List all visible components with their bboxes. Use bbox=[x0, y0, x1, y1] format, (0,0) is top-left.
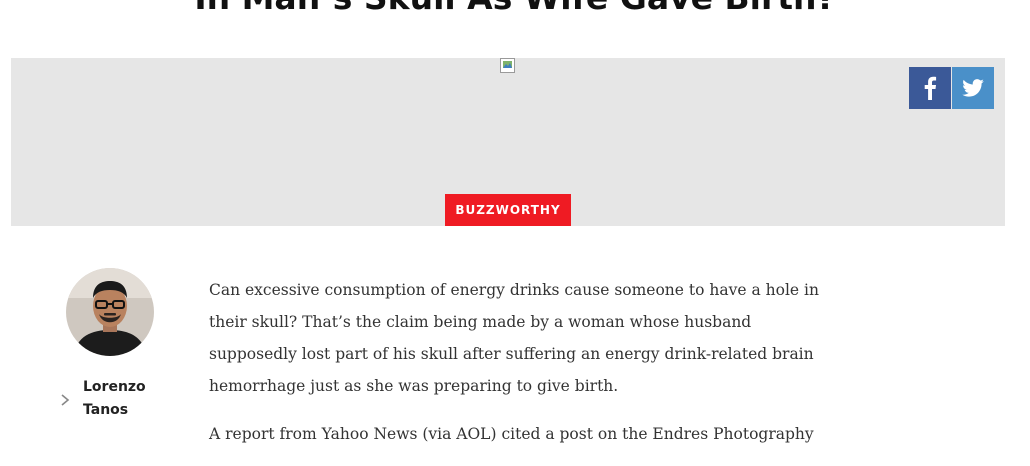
broken-image-icon bbox=[500, 58, 515, 73]
article-headline: In Man’s Skull As Wife Gave Birth? bbox=[0, 0, 1030, 23]
twitter-icon bbox=[962, 79, 984, 97]
author-first-name: Lorenzo bbox=[83, 379, 146, 395]
facebook-icon bbox=[924, 76, 937, 100]
article-paragraph: Can excessive consumption of energy drin… bbox=[209, 281, 819, 395]
article-body: Can excessive consumption of energy drin… bbox=[209, 274, 839, 466]
chevron-right-icon[interactable] bbox=[59, 392, 71, 408]
author-name-link[interactable]: Lorenzo Tanos bbox=[83, 376, 173, 422]
author-avatar[interactable] bbox=[66, 268, 154, 356]
facebook-share-button[interactable] bbox=[909, 67, 951, 109]
author-last-name: Tanos bbox=[83, 402, 129, 418]
twitter-share-button[interactable] bbox=[952, 67, 994, 109]
article-paragraph: A report from Yahoo News (via AOL) cited… bbox=[209, 425, 814, 443]
hero-image-area: BUZZWORTHY bbox=[11, 58, 1005, 226]
category-badge[interactable]: BUZZWORTHY bbox=[445, 194, 571, 226]
